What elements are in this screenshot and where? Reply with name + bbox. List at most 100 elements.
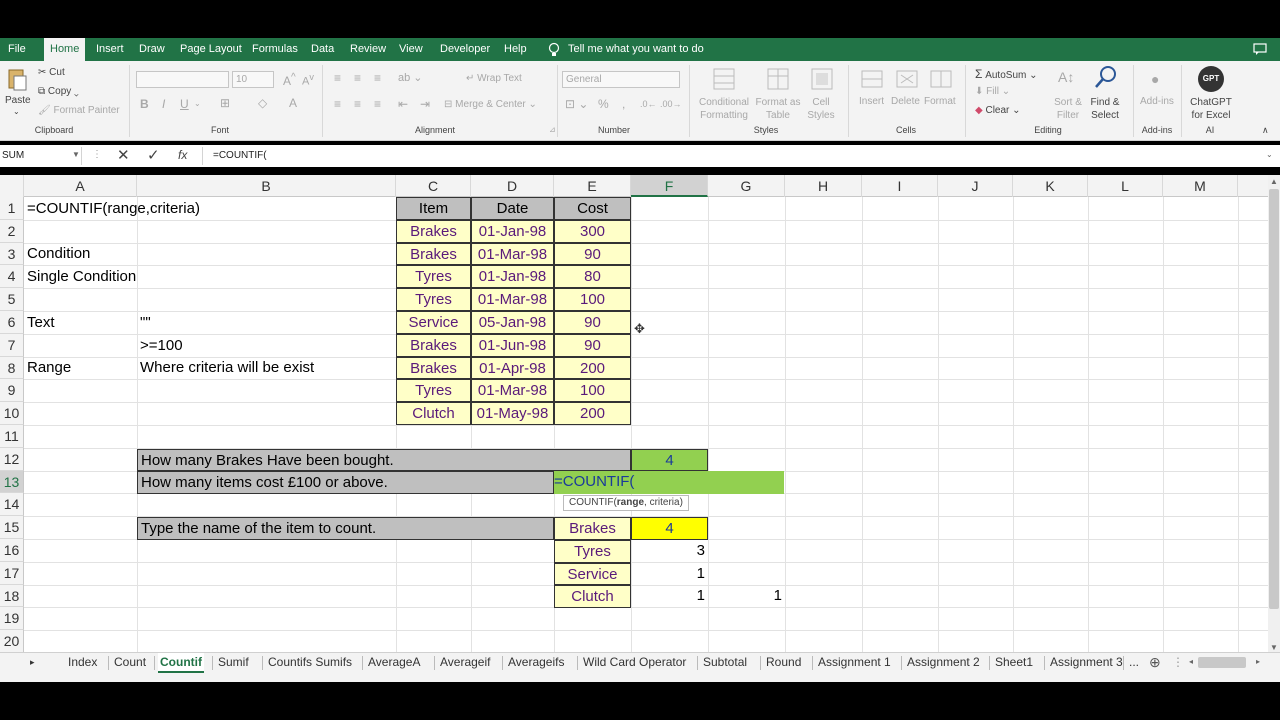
- sheet-tab[interactable]: AverageA: [366, 653, 422, 673]
- row-header-20[interactable]: 20: [0, 630, 24, 653]
- sheet-tab[interactable]: Assignment 1: [816, 653, 893, 673]
- row-header-10[interactable]: 10: [0, 402, 24, 425]
- cell-b15-question[interactable]: Type the name of the item to count.: [137, 517, 554, 540]
- increase-indent-icon[interactable]: ⇥: [420, 97, 430, 111]
- comments-icon[interactable]: [1253, 43, 1267, 55]
- col-header-h[interactable]: H: [785, 175, 862, 197]
- cell-a1[interactable]: =COUNTIF(range,criteria): [27, 198, 200, 221]
- enter-icon[interactable]: ✓: [147, 146, 160, 164]
- cut-button[interactable]: ✂ Cut: [38, 67, 65, 78]
- cell-e17[interactable]: Service: [554, 562, 631, 586]
- row-header-5[interactable]: 5: [0, 288, 24, 311]
- increase-font-icon[interactable]: A^: [283, 72, 296, 88]
- find-select-button[interactable]: Find & Select: [1084, 96, 1126, 122]
- table-cell-item[interactable]: Tyres: [396, 379, 471, 403]
- table-header-cost[interactable]: Cost: [554, 197, 631, 220]
- cell-b7[interactable]: >=100: [140, 335, 183, 358]
- cell-e16[interactable]: Tyres: [554, 539, 631, 563]
- row-header-8[interactable]: 8: [0, 356, 24, 380]
- row-header-19[interactable]: 19: [0, 607, 24, 631]
- table-cell-cost[interactable]: 100: [554, 379, 631, 403]
- insert-cells-button[interactable]: Insert: [859, 96, 884, 107]
- table-cell-date[interactable]: 01-May-98: [471, 402, 554, 425]
- number-format-combo[interactable]: General: [562, 71, 680, 88]
- cell-g18[interactable]: 1: [708, 585, 782, 608]
- row-header-6[interactable]: 6: [0, 311, 24, 334]
- align-bottom-icon[interactable]: ≡: [374, 71, 381, 85]
- merge-center-button[interactable]: ⊟ Merge & Center ⌄: [444, 99, 537, 110]
- clear-button[interactable]: ◆ Clear ⌄: [975, 105, 1021, 116]
- decrease-indent-icon[interactable]: ⇤: [398, 97, 408, 111]
- table-cell-date[interactable]: 01-Mar-98: [471, 242, 554, 266]
- table-cell-date[interactable]: 01-Jan-98: [471, 219, 554, 243]
- table-cell-cost[interactable]: 90: [554, 311, 631, 334]
- table-cell-date[interactable]: 01-Mar-98: [471, 379, 554, 403]
- menu-help[interactable]: Help: [498, 38, 533, 61]
- cell-a3[interactable]: Condition: [27, 243, 90, 266]
- font-name-combo[interactable]: [136, 71, 229, 88]
- borders-icon[interactable]: ⊞: [220, 96, 230, 110]
- row-header-13[interactable]: 13: [0, 470, 24, 494]
- comma-style-icon[interactable]: ,: [622, 97, 625, 111]
- alignment-launcher-icon[interactable]: ⊿: [549, 125, 556, 134]
- autosum-button[interactable]: Σ AutoSum ⌄: [975, 67, 1038, 81]
- row-header-14[interactable]: 14: [0, 493, 24, 517]
- find-select-icon[interactable]: [1094, 65, 1118, 89]
- table-cell-item[interactable]: Tyres: [396, 265, 471, 289]
- cell-f18[interactable]: 1: [631, 585, 705, 608]
- format-cells-icon[interactable]: [929, 67, 953, 91]
- hscroll-right-icon[interactable]: ▸: [1254, 653, 1262, 673]
- format-as-table-icon[interactable]: [766, 67, 790, 91]
- table-cell-item[interactable]: Service: [396, 311, 471, 334]
- col-header-e[interactable]: E: [554, 175, 631, 197]
- menu-view[interactable]: View: [393, 38, 429, 61]
- accounting-format-icon[interactable]: ⊡ ⌄: [565, 97, 588, 111]
- cancel-icon[interactable]: ✕: [117, 146, 130, 164]
- sheet-tab[interactable]: ...: [1127, 653, 1141, 673]
- tab-scroll-right-icon[interactable]: ▸: [28, 653, 37, 673]
- cell-f15[interactable]: 4: [631, 517, 708, 540]
- tell-me-search[interactable]: Tell me what you want to do: [568, 38, 704, 61]
- collapse-ribbon-icon[interactable]: ∧: [1262, 125, 1269, 136]
- col-header-m[interactable]: M: [1163, 175, 1238, 197]
- col-header-j[interactable]: J: [938, 175, 1013, 197]
- cell-e13-editing[interactable]: =COUNTIF(: [554, 471, 784, 495]
- col-header-f[interactable]: F: [631, 175, 708, 197]
- formula-input[interactable]: =COUNTIF(: [202, 147, 1274, 165]
- underline-icon[interactable]: U: [180, 97, 189, 111]
- format-painter-button[interactable]: 🖌 Format Painter: [38, 105, 120, 116]
- table-cell-item[interactable]: Clutch: [396, 402, 471, 425]
- row-header-7[interactable]: 7: [0, 333, 24, 357]
- table-cell-cost[interactable]: 300: [554, 219, 631, 243]
- cell-f17[interactable]: 1: [631, 563, 705, 586]
- paste-button[interactable]: Paste: [5, 95, 31, 106]
- bold-icon[interactable]: B: [140, 97, 149, 111]
- row-header-15[interactable]: 15: [0, 516, 24, 539]
- row-header-9[interactable]: 9: [0, 379, 24, 403]
- name-box[interactable]: SUM: [0, 147, 82, 165]
- cell-b6[interactable]: "": [140, 312, 151, 335]
- align-left-icon[interactable]: ≡: [334, 97, 341, 111]
- chatgpt-button[interactable]: ChatGPT for Excel: [1186, 96, 1236, 122]
- decrease-font-icon[interactable]: Av: [302, 72, 314, 88]
- expand-formula-bar-icon[interactable]: ⌄: [1266, 150, 1273, 159]
- col-header-b[interactable]: B: [137, 175, 396, 197]
- table-cell-item[interactable]: Brakes: [396, 219, 471, 243]
- menu-formulas[interactable]: Formulas: [246, 38, 304, 61]
- cell-styles-icon[interactable]: [810, 67, 834, 91]
- font-size-combo[interactable]: 10: [232, 71, 274, 88]
- cell-e15[interactable]: Brakes: [554, 517, 631, 540]
- sheet-tab[interactable]: Round: [764, 653, 803, 673]
- table-cell-cost[interactable]: 100: [554, 288, 631, 311]
- vertical-scroll-thumb[interactable]: [1269, 189, 1279, 609]
- col-header-k[interactable]: K: [1013, 175, 1088, 197]
- format-as-table-button[interactable]: Format as Table: [754, 96, 802, 122]
- sheet-tab[interactable]: Sheet1: [993, 653, 1035, 673]
- delete-cells-icon[interactable]: [895, 67, 919, 91]
- sheet-tab[interactable]: Wild Card Operator: [581, 653, 688, 673]
- row-header-17[interactable]: 17: [0, 561, 24, 585]
- hscroll-left-icon[interactable]: ◂: [1187, 653, 1195, 673]
- menu-data[interactable]: Data: [305, 38, 340, 61]
- sheet-tab[interactable]: Sumif: [216, 653, 251, 673]
- table-cell-date[interactable]: 01-Apr-98: [471, 356, 554, 380]
